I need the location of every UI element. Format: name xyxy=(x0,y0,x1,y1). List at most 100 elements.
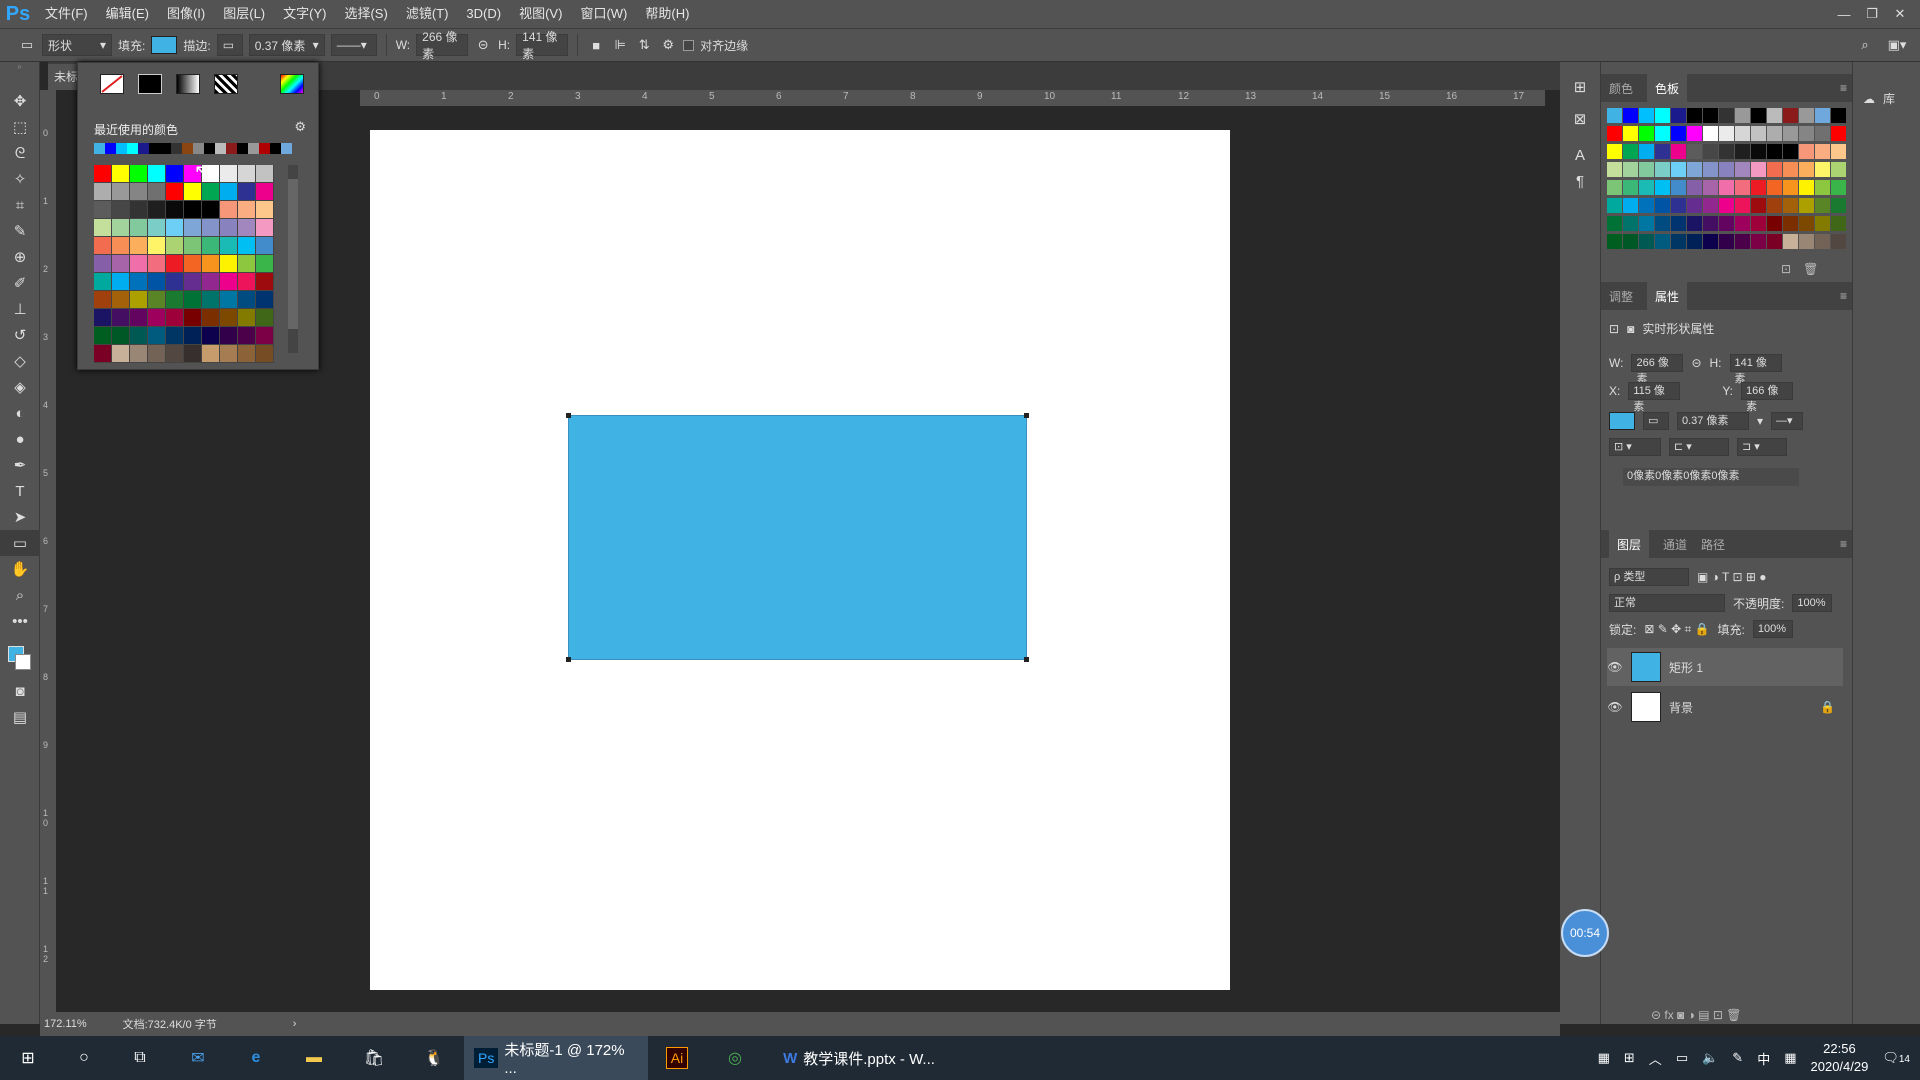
menu-item[interactable]: 文件(F) xyxy=(36,0,97,28)
stroke-type-dropdown[interactable]: —▾ xyxy=(1771,412,1804,430)
color-swatch[interactable] xyxy=(1655,180,1670,195)
eraser-tool-icon[interactable]: ◇ xyxy=(0,348,40,374)
color-swatch[interactable] xyxy=(1623,162,1638,177)
color-swatch[interactable] xyxy=(1799,162,1814,177)
color-swatch[interactable] xyxy=(1719,108,1734,123)
color-swatch[interactable] xyxy=(94,345,112,363)
color-swatch[interactable] xyxy=(1783,162,1798,177)
healing-brush-tool-icon[interactable]: ⊕ xyxy=(0,244,40,270)
menu-item[interactable]: 3D(D) xyxy=(457,0,510,28)
paragraph-panel-icon[interactable]: ¶ xyxy=(1560,168,1600,194)
stroke-swatch[interactable]: ▭ xyxy=(216,34,243,56)
color-swatch[interactable] xyxy=(256,219,274,237)
color-swatch[interactable] xyxy=(220,309,238,327)
color-swatch[interactable] xyxy=(166,183,184,201)
color-swatch[interactable] xyxy=(1735,126,1750,141)
color-swatch[interactable] xyxy=(202,219,220,237)
ime-indicator[interactable]: 中 xyxy=(1757,1049,1770,1068)
color-swatch[interactable] xyxy=(1815,126,1830,141)
color-swatch[interactable] xyxy=(1767,234,1782,249)
color-swatch[interactable] xyxy=(202,183,220,201)
color-swatch[interactable] xyxy=(1607,234,1622,249)
recent-color-swatch[interactable] xyxy=(182,143,193,154)
color-swatch[interactable] xyxy=(184,183,202,201)
tab-layers[interactable]: 图层 xyxy=(1609,529,1650,559)
color-swatch[interactable] xyxy=(1815,234,1830,249)
color-swatch[interactable] xyxy=(1735,216,1750,231)
color-swatch[interactable] xyxy=(1607,216,1622,231)
color-swatch[interactable] xyxy=(1703,126,1718,141)
color-swatch[interactable] xyxy=(1623,180,1638,195)
workspace-icon[interactable]: ▣▾ xyxy=(1888,36,1907,54)
color-swatch[interactable] xyxy=(1831,108,1846,123)
path-selection-tool-icon[interactable]: ➤ xyxy=(0,504,40,530)
lasso-tool-icon[interactable]: ᘓ xyxy=(0,140,40,166)
pattern-button[interactable] xyxy=(214,74,238,94)
color-swatch[interactable] xyxy=(1607,198,1622,213)
color-swatch[interactable] xyxy=(184,237,202,255)
recent-color-swatch[interactable] xyxy=(204,143,215,154)
color-swatch[interactable] xyxy=(112,327,130,345)
more-tools-icon[interactable]: ••• xyxy=(0,608,40,634)
blur-tool-icon[interactable]: ◐ xyxy=(0,400,40,426)
color-swatch[interactable] xyxy=(112,237,130,255)
color-swatch[interactable] xyxy=(1767,126,1782,141)
fill-field[interactable]: 100% xyxy=(1752,620,1793,638)
color-swatch[interactable] xyxy=(94,309,112,327)
color-swatch[interactable] xyxy=(112,255,130,273)
color-swatch[interactable] xyxy=(130,273,148,291)
clone-stamp-tool-icon[interactable]: ⊥ xyxy=(0,296,40,322)
color-swatch[interactable] xyxy=(1703,108,1718,123)
menu-item[interactable]: 窗口(W) xyxy=(571,0,636,28)
corner-handle[interactable] xyxy=(566,657,571,662)
color-swatch[interactable] xyxy=(1767,162,1782,177)
recent-color-swatch[interactable] xyxy=(160,143,171,154)
menu-item[interactable]: 编辑(E) xyxy=(97,0,158,28)
color-swatch[interactable] xyxy=(94,219,112,237)
tab-color[interactable]: 颜色 xyxy=(1609,80,1633,97)
color-picker-button[interactable] xyxy=(280,74,304,94)
color-swatch[interactable] xyxy=(238,309,256,327)
color-swatch[interactable] xyxy=(1751,180,1766,195)
menu-item[interactable]: 帮助(H) xyxy=(636,0,698,28)
color-swatch[interactable] xyxy=(148,291,166,309)
color-swatch[interactable] xyxy=(1799,144,1814,159)
color-swatch[interactable] xyxy=(1735,144,1750,159)
color-swatch[interactable] xyxy=(94,201,112,219)
color-swatch[interactable] xyxy=(1799,234,1814,249)
recent-color-swatch[interactable] xyxy=(127,143,138,154)
width-field[interactable]: 266 像素 xyxy=(1631,354,1684,385)
color-swatch[interactable] xyxy=(1831,162,1846,177)
color-swatch[interactable] xyxy=(202,255,220,273)
color-swatch[interactable] xyxy=(94,327,112,345)
recording-timer[interactable]: 00:54 xyxy=(1561,909,1609,957)
type-tool-icon[interactable]: T xyxy=(0,478,40,504)
link-icon[interactable]: ⊝ xyxy=(1691,356,1701,370)
y-field[interactable]: 166 像素 xyxy=(1741,382,1794,413)
taskbar-illustrator[interactable]: Ai xyxy=(648,1036,706,1080)
color-swatch[interactable] xyxy=(1623,234,1638,249)
color-swatch[interactable] xyxy=(1655,216,1670,231)
notification-center-icon[interactable]: 🗨14 xyxy=(1882,1050,1910,1066)
libraries-icon[interactable]: ☁ xyxy=(1863,92,1875,106)
rectangle-tool-icon[interactable]: ▭ xyxy=(0,530,40,556)
color-swatch[interactable] xyxy=(1607,162,1622,177)
character-panel-icon[interactable]: A xyxy=(1560,142,1600,168)
paint-bucket-tool-icon[interactable]: ◈ xyxy=(0,374,40,400)
minimize-button[interactable]: — xyxy=(1834,7,1854,22)
color-swatch[interactable] xyxy=(1719,234,1734,249)
color-swatch[interactable] xyxy=(1623,216,1638,231)
history-brush-tool-icon[interactable]: ↺ xyxy=(0,322,40,348)
color-swatch[interactable] xyxy=(1831,144,1846,159)
color-swatch[interactable] xyxy=(1751,216,1766,231)
recent-color-swatch[interactable] xyxy=(226,143,237,154)
keyboard-icon[interactable]: ▦ xyxy=(1784,1050,1796,1066)
color-swatch[interactable] xyxy=(166,201,184,219)
color-swatch[interactable] xyxy=(238,345,256,363)
color-swatch[interactable] xyxy=(1735,180,1750,195)
color-swatch[interactable] xyxy=(184,201,202,219)
color-swatch[interactable] xyxy=(202,345,220,363)
color-swatch[interactable] xyxy=(130,219,148,237)
recent-color-swatch[interactable] xyxy=(138,143,149,154)
color-swatch[interactable] xyxy=(1815,144,1830,159)
